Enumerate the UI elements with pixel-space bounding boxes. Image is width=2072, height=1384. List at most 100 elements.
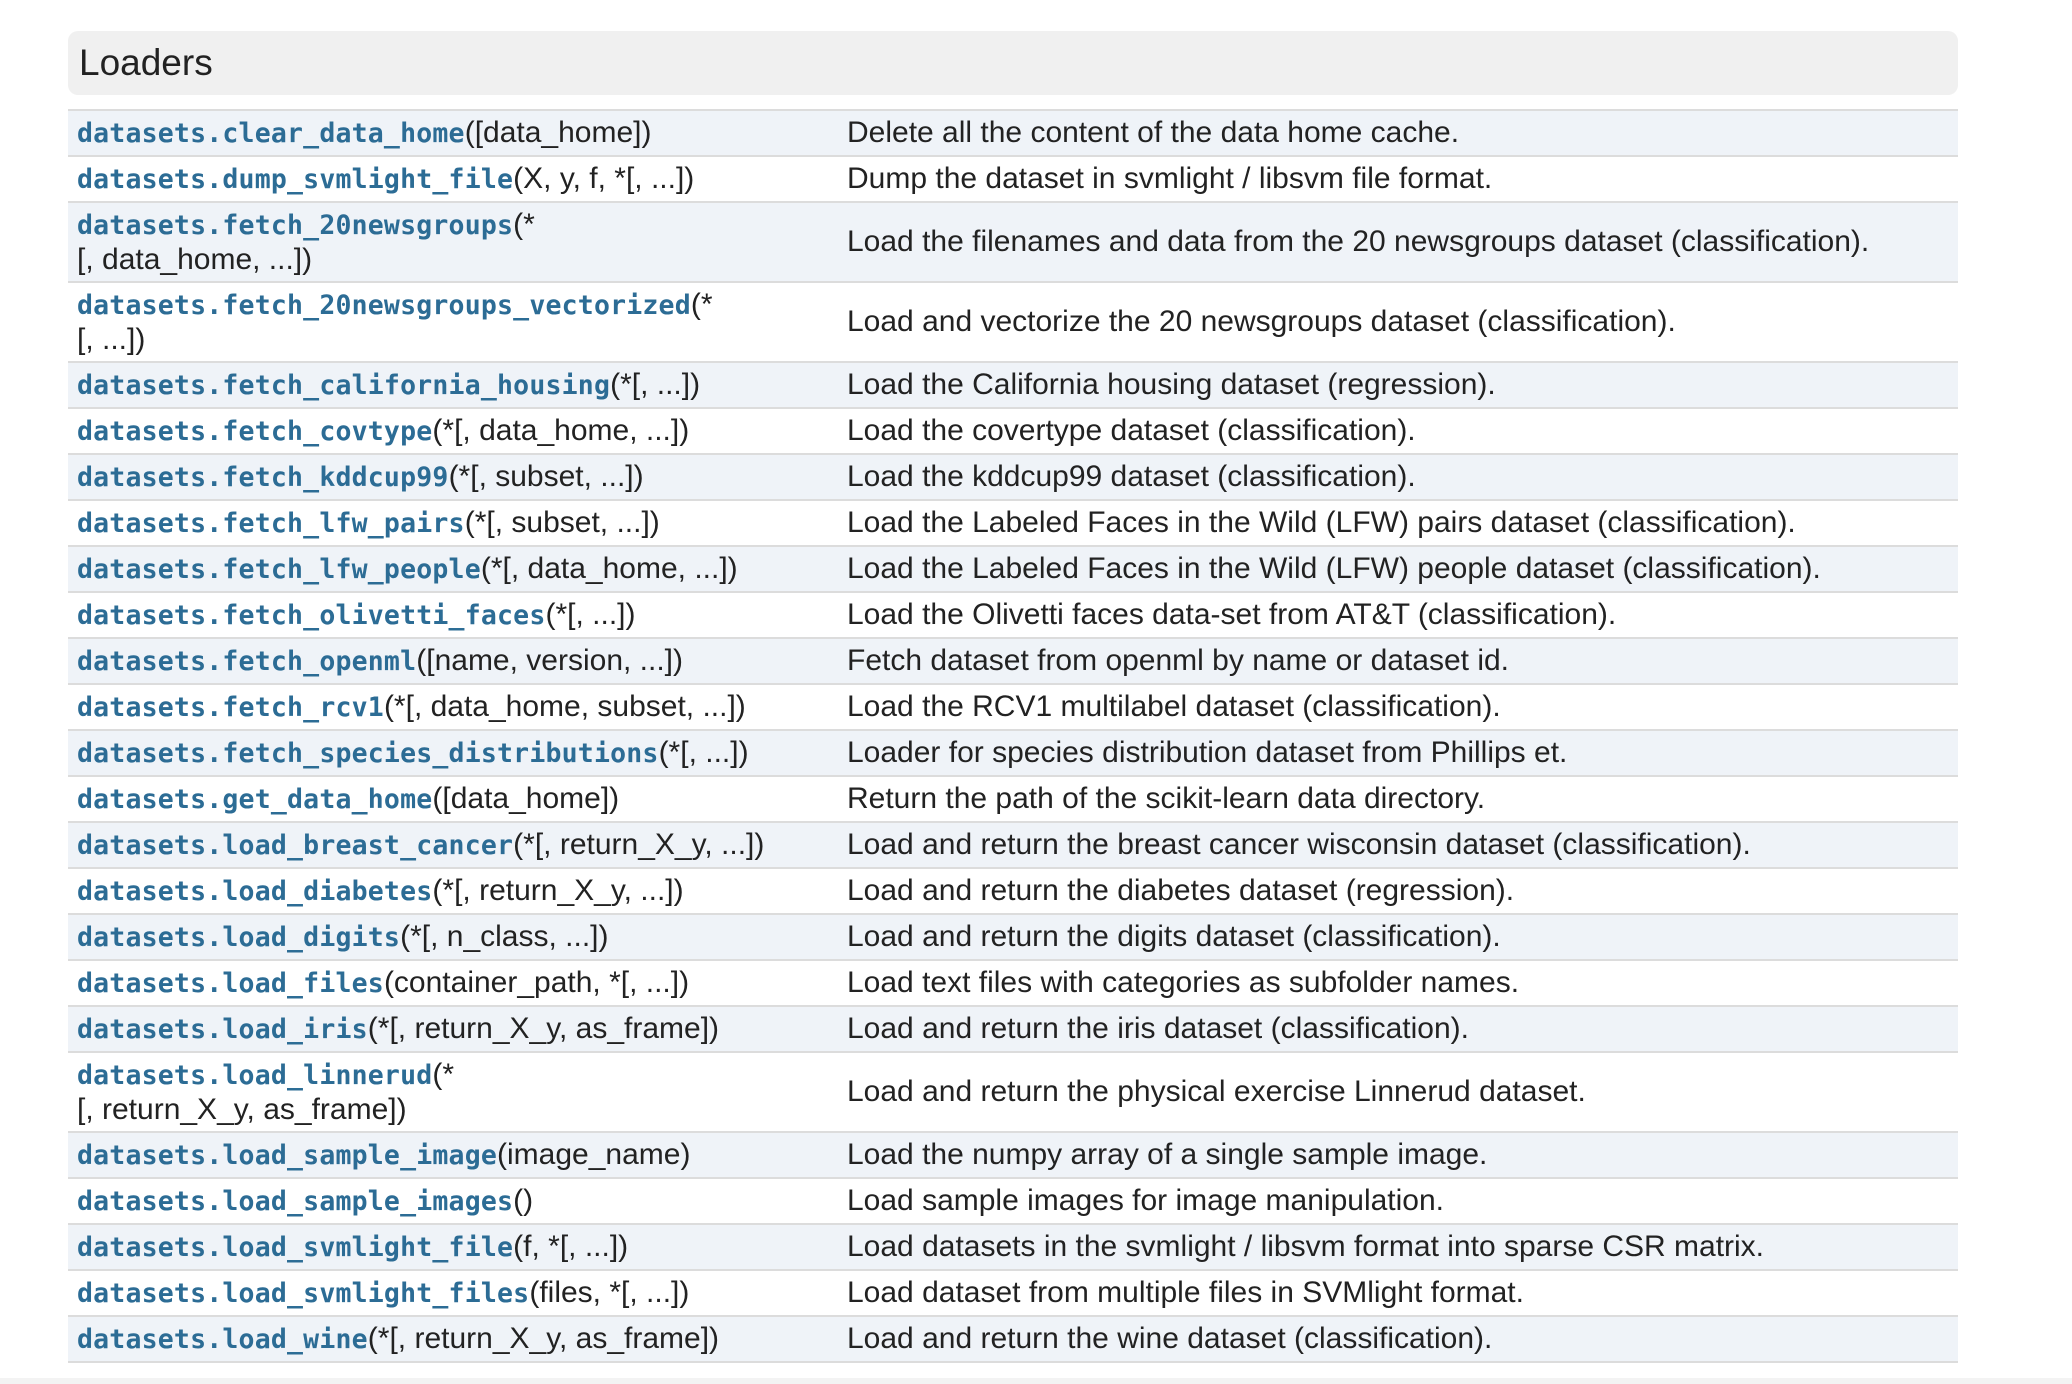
function-args: () [513, 1183, 534, 1217]
table-row: datasets.load_iris(*[, return_X_y, as_fr… [68, 1005, 1958, 1052]
function-link[interactable]: datasets.load_linnerud [77, 1060, 432, 1091]
description-cell: Load and return the physical exercise Li… [838, 1051, 1958, 1132]
function-args: (container_path, *[, ...]) [383, 965, 690, 999]
signature-cell: datasets.load_iris(*[, return_X_y, as_fr… [68, 1005, 838, 1052]
function-args: (* [690, 287, 713, 321]
function-args: (*[, ...]) [610, 367, 701, 401]
table-row: datasets.dump_svmlight_file(X, y, f, *[,… [68, 155, 1958, 202]
table-row: datasets.get_data_home([data_home]) Retur… [68, 775, 1958, 822]
function-link[interactable]: datasets.fetch_kddcup99 [77, 462, 449, 493]
description-cell: Fetch dataset from openml by name or dat… [838, 637, 1958, 684]
table-row: datasets.load_diabetes(*[, return_X_y, .… [68, 867, 1958, 914]
signature-cell: datasets.fetch_openml([name, version, ..… [68, 637, 838, 684]
table-row: datasets.fetch_covtype(*[, data_home, ..… [68, 407, 1958, 454]
function-args: (X, y, f, *[, ...]) [513, 161, 695, 195]
function-link[interactable]: datasets.fetch_lfw_pairs [77, 508, 465, 539]
function-args: ([data_home]) [432, 781, 620, 815]
description-cell: Load the Labeled Faces in the Wild (LFW)… [838, 499, 1958, 546]
section-title: Loaders [68, 31, 1958, 95]
signature-cell: datasets.fetch_covtype(*[, data_home, ..… [68, 407, 838, 454]
description-cell: Load and vectorize the 20 newsgroups dat… [838, 281, 1958, 362]
table-row: datasets.fetch_california_housing(*[, ..… [68, 361, 1958, 408]
table-row: datasets.fetch_lfw_people(*[, data_home,… [68, 545, 1958, 592]
function-link[interactable]: datasets.load_sample_image [77, 1140, 497, 1171]
function-args: (*[, return_X_y, ...]) [432, 873, 684, 907]
signature-cell: datasets.load_svmlight_files(files, *[, … [68, 1269, 838, 1316]
table-row: datasets.load_svmlight_files(files, *[, … [68, 1269, 1958, 1316]
signature-cell: datasets.load_sample_images() [68, 1177, 838, 1224]
function-link[interactable]: datasets.fetch_lfw_people [77, 554, 481, 585]
description-cell: Load the filenames and data from the 20 … [838, 201, 1958, 282]
loaders-section: Loaders datasets.clear_data_home([data_h… [68, 31, 1958, 1363]
function-link[interactable]: datasets.load_sample_images [77, 1186, 513, 1217]
function-args: (*[, n_class, ...]) [400, 919, 609, 953]
table-row: datasets.fetch_20newsgroups(* [, data_hom… [68, 201, 1958, 282]
description-cell: Load the Labeled Faces in the Wild (LFW)… [838, 545, 1958, 592]
function-link[interactable]: datasets.load_wine [77, 1324, 368, 1355]
signature-cell: datasets.fetch_kddcup99(*[, subset, ...]… [68, 453, 838, 500]
description-cell: Load and return the iris dataset (classi… [838, 1005, 1958, 1052]
signature-cell: datasets.fetch_species_distributions(*[,… [68, 729, 838, 776]
table-row: datasets.clear_data_home([data_home]) Del… [68, 109, 1958, 156]
function-args-continued: [, ...]) [77, 322, 146, 356]
description-cell: Load the California housing dataset (reg… [838, 361, 1958, 408]
table-row: datasets.fetch_lfw_pairs(*[, subset, ...… [68, 499, 1958, 546]
function-link[interactable]: datasets.fetch_olivetti_faces [77, 600, 545, 631]
function-link[interactable]: datasets.dump_svmlight_file [77, 164, 513, 195]
function-args: (* [513, 207, 535, 241]
table-row: datasets.fetch_species_distributions(*[,… [68, 729, 1958, 776]
function-link[interactable]: datasets.clear_data_home [77, 118, 465, 149]
function-link[interactable]: datasets.load_digits [77, 922, 400, 953]
function-link[interactable]: datasets.fetch_openml [77, 646, 416, 677]
function-args: (*[, return_X_y, ...]) [513, 827, 765, 861]
function-link[interactable]: datasets.get_data_home [77, 784, 432, 815]
function-link[interactable]: datasets.load_breast_cancer [77, 830, 513, 861]
description-cell: Load the kddcup99 dataset (classificatio… [838, 453, 1958, 500]
function-link[interactable]: datasets.fetch_covtype [77, 416, 432, 447]
signature-cell: datasets.clear_data_home([data_home]) [68, 109, 838, 156]
description-cell: Load the Olivetti faces data-set from AT… [838, 591, 1958, 638]
function-link[interactable]: datasets.load_files [77, 968, 384, 999]
table-row: datasets.fetch_olivetti_faces(*[, ...]) L… [68, 591, 1958, 638]
function-link[interactable]: datasets.fetch_20newsgroups_vectorized [77, 290, 691, 321]
function-args: (files, *[, ...]) [529, 1275, 690, 1309]
description-cell: Delete all the content of the data home … [838, 109, 1958, 156]
description-cell: Load text files with categories as subfo… [838, 959, 1958, 1006]
function-link[interactable]: datasets.fetch_rcv1 [77, 692, 384, 723]
function-link[interactable]: datasets.fetch_california_housing [77, 370, 610, 401]
function-link[interactable]: datasets.load_svmlight_files [77, 1278, 529, 1309]
function-args: (*[, data_home, subset, ...]) [383, 689, 746, 723]
function-args: (*[, data_home, ...]) [432, 413, 690, 447]
description-cell: Load and return the wine dataset (classi… [838, 1315, 1958, 1363]
signature-cell: datasets.fetch_rcv1(*[, data_home, subse… [68, 683, 838, 730]
signature-cell: datasets.dump_svmlight_file(X, y, f, *[,… [68, 155, 838, 202]
function-link[interactable]: datasets.load_diabetes [77, 876, 432, 907]
function-args: (f, *[, ...]) [513, 1229, 629, 1263]
description-cell: Load the RCV1 multilabel dataset (classi… [838, 683, 1958, 730]
signature-cell: datasets.load_breast_cancer(*[, return_X… [68, 821, 838, 868]
description-cell: Load the numpy array of a single sample … [838, 1131, 1958, 1178]
function-args: (* [432, 1057, 455, 1091]
function-args-continued: [, data_home, ...]) [77, 242, 313, 276]
function-args: (*[, return_X_y, as_frame]) [367, 1011, 720, 1045]
description-cell: Dump the dataset in svmlight / libsvm fi… [838, 155, 1958, 202]
api-table: datasets.clear_data_home([data_home]) Del… [68, 109, 1958, 1363]
signature-cell: datasets.load_linnerud(* [, return_X_y, a… [68, 1051, 838, 1132]
function-link[interactable]: datasets.fetch_species_distributions [77, 738, 659, 769]
table-row: datasets.load_svmlight_file(f, *[, ...])… [68, 1223, 1958, 1270]
description-cell: Load and return the diabetes dataset (re… [838, 867, 1958, 914]
signature-cell: datasets.fetch_lfw_pairs(*[, subset, ...… [68, 499, 838, 546]
description-cell: Load datasets in the svmlight / libsvm f… [838, 1223, 1958, 1270]
table-row: datasets.fetch_openml([name, version, ..… [68, 637, 1958, 684]
signature-cell: datasets.fetch_olivetti_faces(*[, ...]) [68, 591, 838, 638]
function-link[interactable]: datasets.fetch_20newsgroups [77, 210, 513, 241]
signature-cell: datasets.load_files(container_path, *[, … [68, 959, 838, 1006]
table-row: datasets.load_files(container_path, *[, … [68, 959, 1958, 1006]
function-args: ([name, version, ...]) [416, 643, 683, 677]
description-cell: Load dataset from multiple files in SVMl… [838, 1269, 1958, 1316]
description-cell: Load and return the digits dataset (clas… [838, 913, 1958, 960]
description-cell: Load sample images for image manipulatio… [838, 1177, 1958, 1224]
table-row: datasets.load_wine(*[, return_X_y, as_fr… [68, 1315, 1958, 1363]
function-link[interactable]: datasets.load_iris [77, 1014, 368, 1045]
function-link[interactable]: datasets.load_svmlight_file [77, 1232, 513, 1263]
